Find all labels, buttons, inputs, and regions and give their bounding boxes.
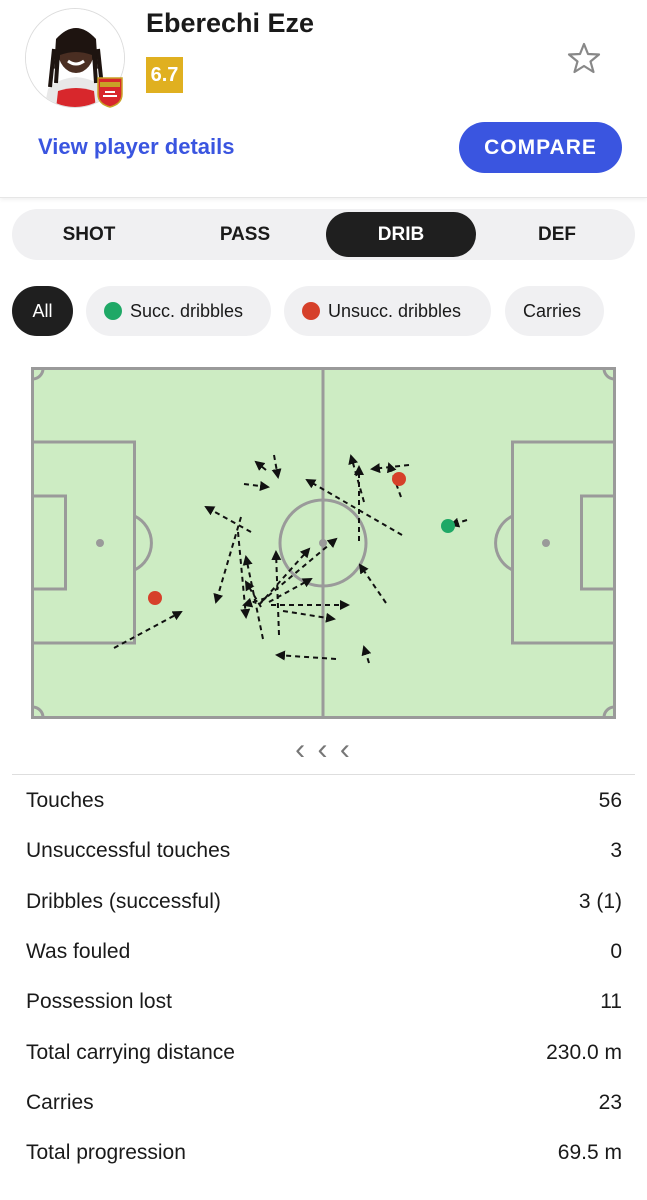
stat-row: Total carrying distance 230.0 m	[26, 1027, 622, 1077]
stat-row: Dribbles (successful) 3 (1)	[26, 877, 622, 927]
center-spot	[319, 539, 327, 547]
stat-value: 3 (1)	[578, 889, 622, 913]
unsuccessful-dribble-marker	[392, 472, 406, 486]
stat-value: 56	[598, 789, 622, 813]
filter-all[interactable]: All	[12, 286, 73, 336]
filter-carries-label: Carries	[523, 301, 582, 321]
player-name: Eberechi Eze	[146, 8, 315, 38]
dribble-pitch-map	[31, 367, 616, 719]
stat-value: 0	[610, 940, 622, 964]
successful-dribble-marker	[441, 519, 455, 533]
right-penalty-spot	[542, 539, 550, 547]
stat-label: Total carrying distance	[26, 1040, 235, 1064]
pitch-direction-arrows: ‹ ‹ ‹	[295, 733, 352, 766]
stat-row: Carries 23	[26, 1078, 622, 1128]
stat-label: Total progression	[26, 1141, 186, 1165]
stat-label: Possession lost	[26, 990, 172, 1014]
tab-pass[interactable]: PASS	[170, 212, 320, 257]
stat-value: 23	[598, 1090, 622, 1114]
unsuccessful-dribble-marker	[148, 591, 162, 605]
filter-successful-dribbles[interactable]: Succ. dribbles	[86, 286, 271, 336]
stat-label: Dribbles (successful)	[26, 889, 221, 913]
fail-dot-icon	[302, 302, 320, 320]
stat-category-tabs: SHOT PASS DRIB DEF	[12, 209, 635, 260]
tab-drib[interactable]: DRIB	[326, 212, 476, 257]
view-player-details-link[interactable]: View player details	[38, 134, 234, 160]
player-header: Eberechi Eze 6.7 View player details COM…	[0, 0, 647, 198]
divider	[12, 774, 635, 775]
filter-all-label: All	[32, 301, 53, 321]
stat-row: Total progression 69.5 m	[26, 1128, 622, 1178]
favorite-star-icon[interactable]	[566, 40, 602, 76]
filter-unsuccessful-dribbles[interactable]: Unsucc. dribbles	[284, 286, 491, 336]
stat-value: 69.5 m	[557, 1141, 622, 1165]
left-penalty-spot	[96, 539, 104, 547]
stat-label: Unsuccessful touches	[26, 839, 231, 863]
success-dot-icon	[104, 302, 122, 320]
stat-label: Touches	[26, 789, 105, 813]
filter-carries[interactable]: Carries	[505, 286, 604, 336]
club-badge-icon	[97, 77, 123, 108]
stat-value: 3	[610, 839, 622, 863]
filter-succ-label: Succ. dribbles	[130, 301, 244, 321]
tab-def[interactable]: DEF	[482, 212, 632, 257]
compare-button[interactable]: COMPARE	[459, 122, 622, 173]
stat-row: Possession lost 11	[26, 977, 622, 1027]
stat-value: 230.0 m	[546, 1040, 622, 1064]
filter-unsucc-label: Unsucc. dribbles	[328, 301, 462, 321]
stat-row: Unsuccessful touches 3	[26, 826, 622, 876]
tab-shot[interactable]: SHOT	[14, 212, 164, 257]
stat-label: Was fouled	[26, 940, 131, 964]
stat-row: Touches 56	[26, 776, 622, 826]
stat-label: Carries	[26, 1090, 94, 1114]
player-rating-badge: 6.7	[146, 57, 183, 93]
stats-list: Touches 56 Unsuccessful touches 3 Dribbles…	[26, 776, 622, 1178]
stat-row: Was fouled 0	[26, 927, 622, 977]
stat-value: 11	[600, 990, 622, 1014]
